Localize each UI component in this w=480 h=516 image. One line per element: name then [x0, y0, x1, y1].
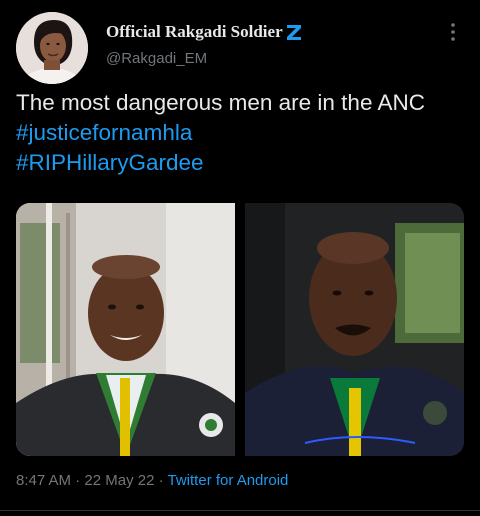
hashtag-link[interactable]: #RIPHillaryGardee — [16, 150, 204, 175]
z-badge-icon — [284, 22, 304, 42]
tweet-media-grid[interactable] — [16, 203, 464, 456]
divider — [0, 510, 480, 511]
meta-separator: · — [75, 472, 81, 489]
tweet-date[interactable]: 22 May 22 — [84, 472, 154, 489]
author-handle[interactable]: @Rakgadi_EM — [106, 50, 207, 67]
author-display-name[interactable]: Official Rakgadi Soldier — [106, 22, 283, 42]
tweet-meta: 8:47 AM · 22 May 22 · Twitter for Androi… — [16, 472, 288, 489]
meta-separator: · — [158, 472, 164, 489]
media-photo-2[interactable] — [245, 203, 464, 456]
more-vertical-icon[interactable] — [446, 22, 460, 42]
tweet-text: The most dangerous men are in the ANC #j… — [16, 88, 466, 178]
media-photo-1[interactable] — [16, 203, 235, 456]
tweet-time[interactable]: 8:47 AM — [16, 472, 71, 489]
tweet-source-link[interactable]: Twitter for Android — [168, 472, 289, 489]
hashtag-link[interactable]: #justicefornamhla — [16, 120, 192, 145]
author-avatar[interactable] — [16, 12, 88, 84]
tweet-body-text: The most dangerous men are in the ANC — [16, 90, 425, 115]
media-gap — [235, 203, 245, 456]
